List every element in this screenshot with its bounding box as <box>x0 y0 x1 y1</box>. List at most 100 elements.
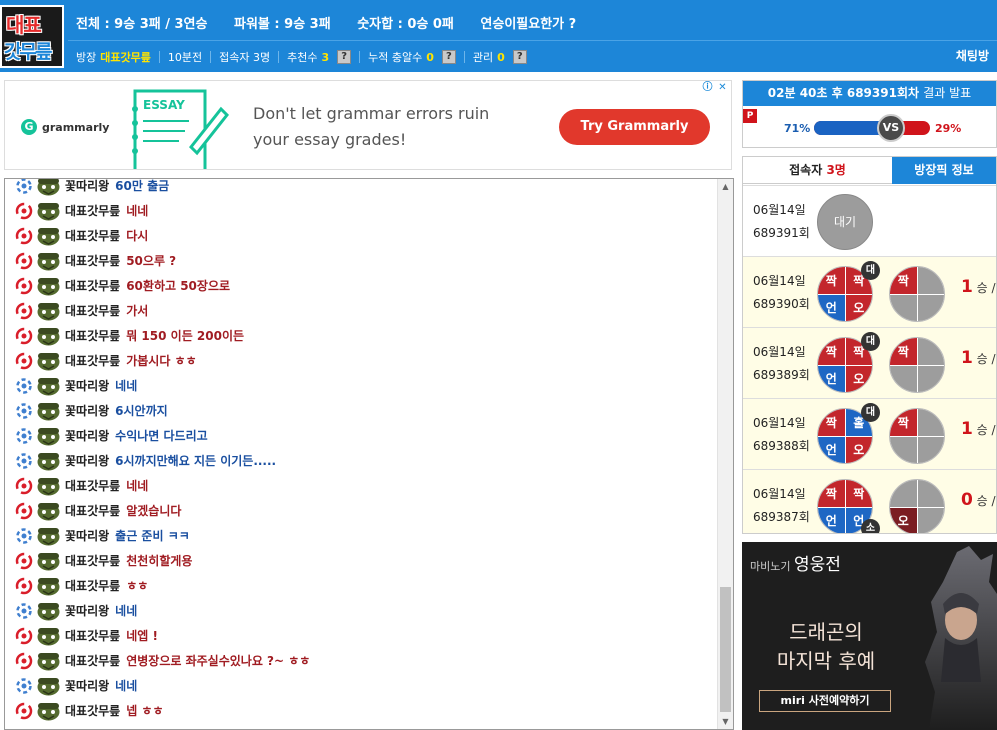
soldier-avatar-icon <box>37 627 60 645</box>
round-number: 689390회 <box>753 297 810 311</box>
soldier-avatar-icon <box>37 277 60 295</box>
chat-message: 대표갓무릎 연병장으로 좌주실수있나요 ?~ ㅎㅎ <box>5 648 717 673</box>
chat-nickname[interactable]: 대표갓무릎 <box>65 477 120 494</box>
chat-message: 꽃따리왕 네네 <box>5 373 717 398</box>
top-bar: 대표 갓무릎 전체 : 9승 3패 / 3연승 파워볼 : 9승 3패 숫자합 … <box>0 0 997 72</box>
pie-cell: 짝 <box>845 480 872 507</box>
chat-nickname[interactable]: 대표갓무릎 <box>65 252 120 269</box>
history-panel: 접속자 3명 방장픽 정보 06월14일 689391회 대기 06월14일 68939… <box>742 156 997 534</box>
chat-nickname[interactable]: 꽃따리왕 <box>65 179 109 194</box>
room-created-ago: 10분전 <box>167 51 203 64</box>
chat-message: 대표갓무릎 가봅시다 ㅎㅎ <box>5 348 717 373</box>
history-row: 06월14일 689391회 대기 <box>743 185 996 256</box>
level-badge-red-icon <box>15 227 33 244</box>
chat-message: 꽃따리왕 네네 <box>5 598 717 623</box>
chat-text: 넵 ㅎㅎ <box>126 704 164 718</box>
powerball-record: 파워볼 : 9승 3패 <box>234 17 331 32</box>
scroll-down-arrow-icon[interactable]: ▼ <box>718 714 733 729</box>
total-record: 전체 : 9승 3패 / 3연승 <box>76 17 208 32</box>
chat-nickname[interactable]: 꽃따리왕 <box>65 602 109 619</box>
soldier-avatar-icon <box>37 702 60 720</box>
chat-nickname[interactable]: 꽃따리왕 <box>65 402 109 419</box>
level-badge-red-icon <box>15 352 33 369</box>
pie-cell <box>890 436 917 463</box>
chat-text: 60만 출금 <box>115 179 170 193</box>
chat-nickname[interactable]: 꽃따리왕 <box>65 677 109 694</box>
chat-nickname[interactable]: 대표갓무릎 <box>65 552 120 569</box>
chat-scrollbar[interactable]: ▲ ▼ <box>717 179 733 729</box>
chat-text: 가서 <box>126 304 149 318</box>
round-number: 689389회 <box>753 368 810 382</box>
round-info: 06월14일 689389회 <box>753 341 810 387</box>
pie-cell <box>917 365 944 392</box>
chat-text: 알겠습니다 <box>126 504 182 518</box>
recommend-label: 추천수 <box>287 51 318 64</box>
size-tag: 소 <box>861 519 880 533</box>
level-badge-red-icon <box>15 702 33 719</box>
ad-info-icon[interactable]: ⓘ <box>701 81 714 94</box>
manage-label: 관리 <box>472 51 494 64</box>
soldier-avatar-icon <box>37 552 60 570</box>
cumulative-value: 0 <box>426 50 434 64</box>
essay-label: ESSAY <box>143 98 185 112</box>
chat-nickname[interactable]: 대표갓무릎 <box>65 302 120 319</box>
level-badge-red-icon <box>15 577 33 594</box>
chat-text: ㅎㅎ <box>126 579 149 593</box>
chat-nickname[interactable]: 대표갓무릎 <box>65 352 120 369</box>
tab-users-count: 3명 <box>826 163 846 177</box>
record-text: 승 / 0 <box>976 281 996 295</box>
chat-message: 대표갓무릎 네네 <box>5 473 717 498</box>
chat-nickname[interactable]: 대표갓무릎 <box>65 202 120 219</box>
chat-message: 대표갓무릎 네엡 ! <box>5 623 717 648</box>
tab-users[interactable]: 접속자 3명 <box>743 157 892 184</box>
scroll-up-arrow-icon[interactable]: ▲ <box>718 179 733 194</box>
result-pie: 짝 <box>889 266 945 322</box>
level-badge-red-icon <box>15 327 33 344</box>
chat-nickname[interactable]: 대표갓무릎 <box>65 502 120 519</box>
recommend-help-button[interactable]: ? <box>337 50 352 64</box>
record-text: 승 / 0 <box>976 352 996 366</box>
level-badge-red-icon <box>15 477 33 494</box>
chat-panel: 꽃따리왕 60만 출금 대표갓무릎 네네 대표갓무릎 다시 대표갓무릎 50으루 ? 대표갓무릎… <box>4 178 734 730</box>
chat-nickname[interactable]: 대표갓무릎 <box>65 577 120 594</box>
header-divider <box>68 40 997 41</box>
chat-text: 6시안까지 <box>115 404 168 418</box>
history-row: 06월14일689387회짝짝언언소오0 승 / 1 <box>743 469 996 533</box>
chat-text: 연병장으로 좌주실수있나요 ?~ ㅎㅎ <box>126 654 311 668</box>
divider <box>463 51 465 63</box>
chat-text: 가봅시다 ㅎㅎ <box>126 354 197 368</box>
room-note: 연승이필요한가 ? <box>480 17 577 32</box>
level-badge-red-icon <box>15 552 33 569</box>
cumulative-help-button[interactable]: ? <box>441 50 456 64</box>
try-grammarly-button[interactable]: Try Grammarly <box>559 109 710 145</box>
soldier-avatar-icon <box>37 652 60 670</box>
ad-close-icon[interactable]: ✕ <box>716 81 729 94</box>
chat-nickname[interactable]: 꽃따리왕 <box>65 527 109 544</box>
chat-nickname[interactable]: 대표갓무릎 <box>65 702 120 719</box>
chat-nickname[interactable]: 대표갓무릎 <box>65 627 120 644</box>
scroll-thumb[interactable] <box>720 587 731 712</box>
soldier-avatar-icon <box>37 227 60 245</box>
tab-owner-picks[interactable]: 방장픽 정보 <box>892 157 996 184</box>
chat-nickname[interactable]: 대표갓무릎 <box>65 277 120 294</box>
room-owner-name[interactable]: 대표갓무릎 <box>100 49 151 65</box>
chat-nickname[interactable]: 꽃따리왕 <box>65 427 109 444</box>
room-info-bar: 방장 대표갓무릎 10분전 접속자 3명 추천수 3 ? 누적 충알수 0 ? … <box>76 49 527 65</box>
chat-nickname[interactable]: 대표갓무릎 <box>65 227 120 244</box>
chat-nickname[interactable]: 대표갓무릎 <box>65 327 120 344</box>
chat-text: 뭐 150 이든 200이든 <box>126 329 245 343</box>
pie-cell <box>917 294 944 321</box>
soldier-avatar-icon <box>37 327 60 345</box>
game-ad-banner[interactable]: 마비노기 영웅전 드래곤의 마지막 후예 miri 사전예약하기 <box>742 542 997 730</box>
chat-text: 출근 준비 ㅋㅋ <box>115 529 190 543</box>
chat-nickname[interactable]: 꽃따리왕 <box>65 452 109 469</box>
chat-nickname[interactable]: 대표갓무릎 <box>65 652 120 669</box>
preregister-button[interactable]: miri 사전예약하기 <box>759 690 891 712</box>
chat-message: 대표갓무릎 50으루 ? <box>5 248 717 273</box>
ad-banner[interactable]: G grammarly ESSAY Don't let grammar erro… <box>4 80 732 170</box>
round-number: 689387회 <box>753 510 810 524</box>
chat-nickname[interactable]: 꽃따리왕 <box>65 377 109 394</box>
manage-help-button[interactable]: ? <box>512 50 527 64</box>
pie-cell: 짝 <box>818 267 845 294</box>
chat-room-label[interactable]: 채팅방 <box>956 47 989 64</box>
